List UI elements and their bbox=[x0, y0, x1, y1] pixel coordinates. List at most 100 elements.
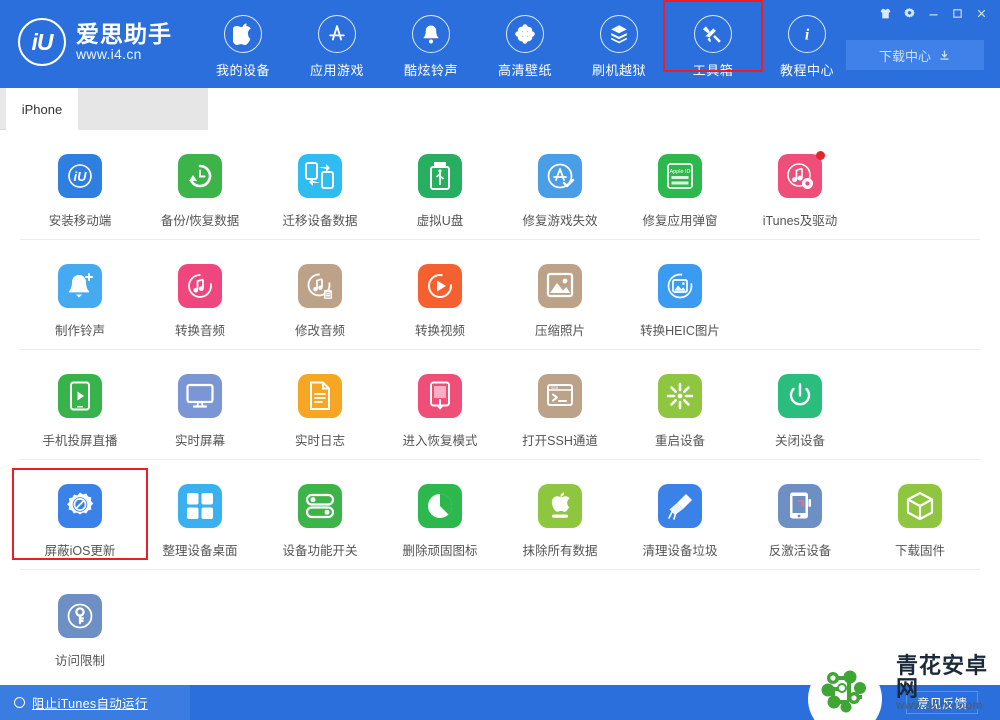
tool-label: 安装移动端 bbox=[48, 214, 112, 228]
apple-icon bbox=[224, 15, 262, 53]
nav-item-7[interactable]: i 教程中心 bbox=[760, 8, 854, 79]
minimize-icon[interactable] bbox=[922, 3, 944, 23]
tool-item[interactable]: 访问限制 bbox=[20, 588, 140, 669]
tab-iphone-label: iPhone bbox=[21, 101, 63, 117]
tool-item[interactable]: 设备功能开关 bbox=[260, 478, 380, 559]
nav-item-1[interactable]: 我的设备 bbox=[196, 8, 290, 79]
power-off-icon bbox=[778, 374, 822, 418]
nav-item-6[interactable]: 工具箱 bbox=[663, 0, 763, 79]
tool-item[interactable]: 制作铃声 bbox=[20, 258, 140, 339]
grid-tiles-icon bbox=[178, 484, 222, 528]
close-icon[interactable] bbox=[970, 3, 992, 23]
pie-clock-icon bbox=[418, 484, 462, 528]
radio-icon[interactable] bbox=[14, 697, 25, 708]
brand-name: 爱思助手 bbox=[76, 20, 172, 47]
feedback-button[interactable]: 意见反馈 bbox=[905, 691, 978, 714]
info-icon: i bbox=[788, 15, 826, 53]
tool-item[interactable]: 反激活设备 bbox=[740, 478, 860, 559]
tool-label: 转换HEIC图片 bbox=[640, 324, 720, 338]
tool-item[interactable]: 进入恢复模式 bbox=[380, 368, 500, 449]
tool-label: 整理设备桌面 bbox=[162, 544, 238, 558]
tool-item[interactable]: 整理设备桌面 bbox=[140, 478, 260, 559]
tool-item[interactable]: 迁移设备数据 bbox=[260, 148, 380, 229]
nav-item-4[interactable]: 高清壁纸 bbox=[478, 8, 572, 79]
tool-label: iTunes及驱动 bbox=[762, 214, 838, 228]
tool-item[interactable]: 自修改音频 bbox=[260, 258, 380, 339]
toolbox-grid: iU 安装移动端 备份/恢复数据 迁移设备数据 虚拟U盘 修复游戏失效 Apple ID 修复… bbox=[0, 130, 1000, 685]
tool-item[interactable]: 关闭设备 bbox=[740, 368, 860, 449]
tool-item[interactable]: SSH 打开SSH通道 bbox=[500, 368, 620, 449]
deactivate-icon bbox=[778, 484, 822, 528]
brand-logo[interactable]: iU 爱思助手 www.i4.cn bbox=[18, 18, 172, 66]
nav-item-2[interactable]: 应用游戏 bbox=[290, 8, 384, 79]
maximize-icon[interactable] bbox=[946, 3, 968, 23]
migrate-icon bbox=[298, 154, 342, 198]
tool-item[interactable]: 抹除所有数据 bbox=[500, 478, 620, 559]
i4-logo-icon: iU bbox=[18, 18, 66, 66]
tool-item[interactable]: 修复游戏失效 bbox=[500, 148, 620, 229]
skin-icon[interactable] bbox=[874, 3, 896, 23]
nav-item-3[interactable]: 酷炫铃声 bbox=[384, 8, 478, 79]
block-itunes-toggle[interactable]: 阻止iTunes自动运行 bbox=[14, 685, 148, 720]
screen-cast-icon bbox=[58, 374, 102, 418]
firmware-box-icon bbox=[898, 484, 942, 528]
download-center-button[interactable]: 下载中心 bbox=[846, 40, 984, 70]
tool-label: 删除顽固图标 bbox=[402, 544, 478, 558]
tool-label: 修复应用弹窗 bbox=[642, 214, 718, 228]
tool-item[interactable]: 转换HEIC图片 bbox=[620, 258, 740, 339]
tools-icon bbox=[694, 15, 732, 53]
tool-item[interactable]: Apple ID 修复应用弹窗 bbox=[620, 148, 740, 229]
nav-item-label: 酷炫铃声 bbox=[403, 63, 458, 78]
erase-apple-icon bbox=[538, 484, 582, 528]
ssh-terminal-icon: SSH bbox=[538, 374, 582, 418]
tabstrip-inactive-area bbox=[78, 88, 208, 130]
tool-label: 设备功能开关 bbox=[282, 544, 358, 558]
nav-item-label: 应用游戏 bbox=[309, 63, 364, 78]
box-icon bbox=[600, 15, 638, 53]
tool-item[interactable]: 压缩照片 bbox=[500, 258, 620, 339]
download-center-label: 下载中心 bbox=[878, 48, 931, 64]
tool-item[interactable]: 转换音频 bbox=[140, 258, 260, 339]
key-restrict-icon bbox=[58, 594, 102, 638]
svg-text:i: i bbox=[805, 27, 810, 44]
toolbox-row-4: 屏蔽iOS更新 整理设备桌面 设备功能开关 删除顽固图标 抹除所有数据 清理设备垃圾 反激活… bbox=[12, 460, 980, 570]
audio-edit-icon: 自 bbox=[298, 264, 342, 308]
tool-item[interactable]: 清理设备垃圾 bbox=[620, 478, 740, 559]
nav-item-5[interactable]: 刷机越狱 bbox=[572, 8, 666, 79]
tabstrip-filler bbox=[78, 88, 1000, 130]
svg-text:Apple ID: Apple ID bbox=[669, 169, 690, 175]
nav-item-label: 工具箱 bbox=[692, 63, 734, 78]
gear-icon[interactable] bbox=[898, 3, 920, 23]
tool-item[interactable]: 删除顽固图标 bbox=[380, 478, 500, 559]
tool-item[interactable]: iTunes及驱动 bbox=[740, 148, 860, 229]
tool-item[interactable]: 转换视频 bbox=[380, 258, 500, 339]
tool-label: 修改音频 bbox=[294, 324, 345, 338]
logo-mark: iU bbox=[31, 28, 54, 55]
appstore-icon bbox=[318, 15, 356, 53]
tool-item[interactable]: 虚拟U盘 bbox=[380, 148, 500, 229]
toolbox-row-5: 访问限制 bbox=[20, 570, 980, 680]
tool-item[interactable]: 备份/恢复数据 bbox=[140, 148, 260, 229]
version-label: V7.95 bbox=[847, 695, 880, 710]
toolbox-row-3: 手机投屏直播 实时屏幕 实时日志 进入恢复模式 SSH 打开SSH通道 重启设备 关闭设备 bbox=[20, 350, 980, 460]
tab-iphone[interactable]: iPhone bbox=[6, 88, 78, 130]
download-icon bbox=[940, 50, 949, 60]
backup-clock-icon bbox=[178, 154, 222, 198]
bell-plus-icon bbox=[58, 264, 102, 308]
broom-clean-icon bbox=[658, 484, 702, 528]
tool-label: 屏蔽iOS更新 bbox=[44, 544, 116, 558]
tool-item[interactable]: 实时屏幕 bbox=[140, 368, 260, 449]
tool-item[interactable]: 手机投屏直播 bbox=[20, 368, 140, 449]
recovery-mode-icon bbox=[418, 374, 462, 418]
tool-item[interactable]: 实时日志 bbox=[260, 368, 380, 449]
status-bar: 阻止iTunes自动运行 V7.95 意见反馈 bbox=[0, 685, 1000, 720]
feedback-label: 意见反馈 bbox=[916, 697, 967, 711]
tool-item[interactable]: 屏蔽iOS更新 bbox=[12, 468, 148, 560]
app-window: iU 爱思助手 www.i4.cn 我的设备 应用游戏 酷炫铃声 高清壁纸 刷机越狱 工具… bbox=[0, 0, 1000, 720]
tool-label: 手机投屏直播 bbox=[42, 434, 118, 448]
monitor-icon bbox=[178, 374, 222, 418]
tool-item[interactable]: iU 安装移动端 bbox=[20, 148, 140, 229]
tool-item[interactable]: 下载固件 bbox=[860, 478, 980, 559]
audio-convert-icon bbox=[178, 264, 222, 308]
tool-item[interactable]: 重启设备 bbox=[620, 368, 740, 449]
